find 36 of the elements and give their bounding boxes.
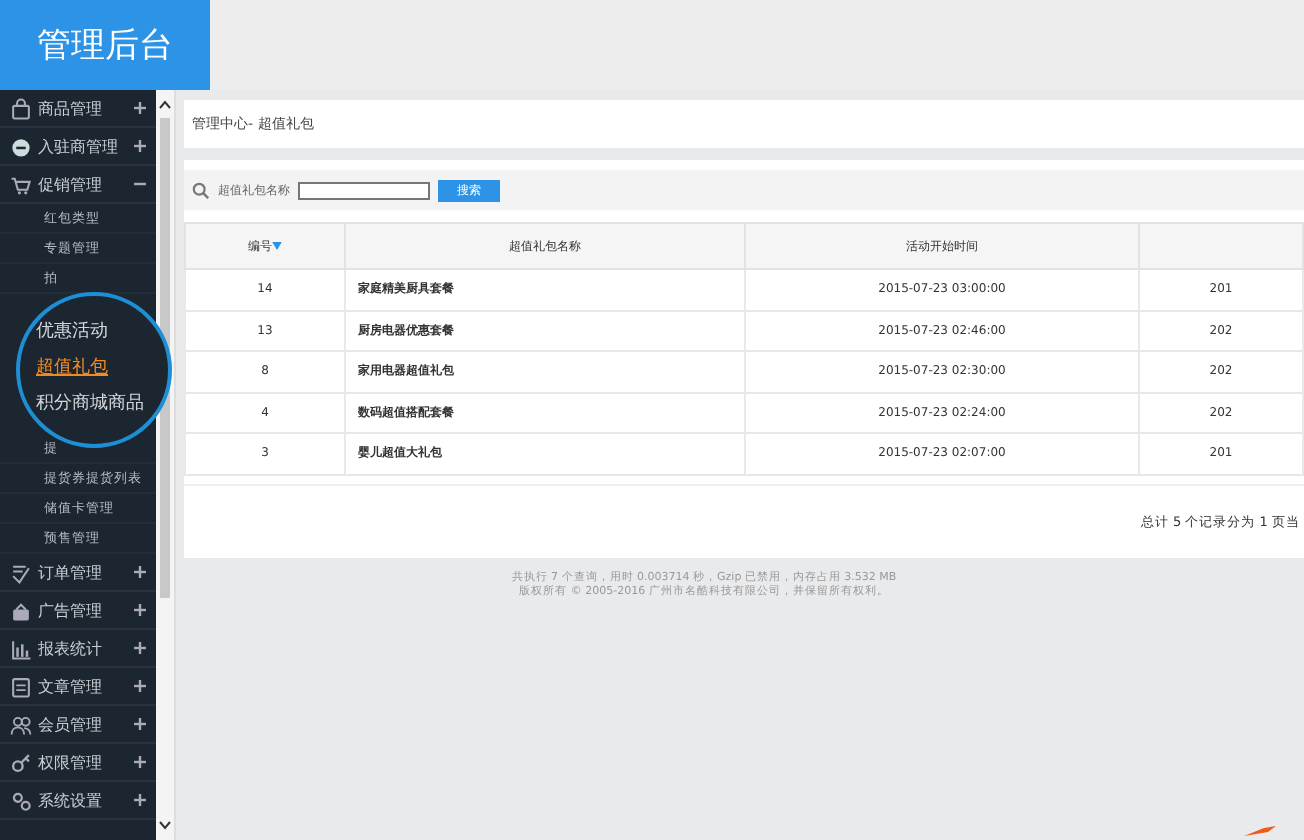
minus-circle-icon xyxy=(10,135,32,157)
menu-label: 订单管理 xyxy=(38,561,104,583)
plus-icon[interactable] xyxy=(134,566,146,578)
plus-icon[interactable] xyxy=(134,102,146,114)
plus-icon[interactable] xyxy=(134,756,146,768)
chart-icon xyxy=(10,637,32,659)
menu-label: 入驻商管理 xyxy=(38,135,120,157)
doc-icon xyxy=(10,675,32,697)
submenu-item[interactable]: 优惠活动 xyxy=(36,324,168,345)
logo-title: 管理后台 xyxy=(0,0,210,90)
submenu-item[interactable]: 积分商城商品 xyxy=(36,395,168,416)
menu-label: 报表统计 xyxy=(38,637,104,659)
menu-label: 促销管理 xyxy=(38,173,104,195)
search-icon xyxy=(192,181,210,199)
menu-label: 权限管理 xyxy=(38,751,104,773)
menu-label: 文章管理 xyxy=(38,675,104,697)
search-field[interactable] xyxy=(298,181,430,199)
plus-icon[interactable] xyxy=(134,680,146,692)
menu-label: 商品管理 xyxy=(38,97,104,119)
plus-icon[interactable] xyxy=(134,718,146,730)
scrollbar[interactable] xyxy=(156,90,176,840)
scroll-down-icon[interactable] xyxy=(158,820,172,832)
menu-label: 系统设置 xyxy=(38,789,104,811)
cart-icon xyxy=(10,173,32,195)
corner-logo-icon xyxy=(1244,826,1276,836)
menu-label: 会员管理 xyxy=(38,713,104,735)
key-icon xyxy=(10,751,32,773)
plus-icon[interactable] xyxy=(134,642,146,654)
menu-label: 广告管理 xyxy=(38,599,104,621)
scroll-up-icon[interactable] xyxy=(158,98,172,110)
plus-icon[interactable] xyxy=(134,794,146,806)
users-icon xyxy=(10,713,32,735)
plus-icon[interactable] xyxy=(134,604,146,616)
submenu-item[interactable]: 超值礼包 xyxy=(36,360,168,380)
order-icon xyxy=(10,561,32,583)
plus-icon[interactable] xyxy=(134,140,146,152)
